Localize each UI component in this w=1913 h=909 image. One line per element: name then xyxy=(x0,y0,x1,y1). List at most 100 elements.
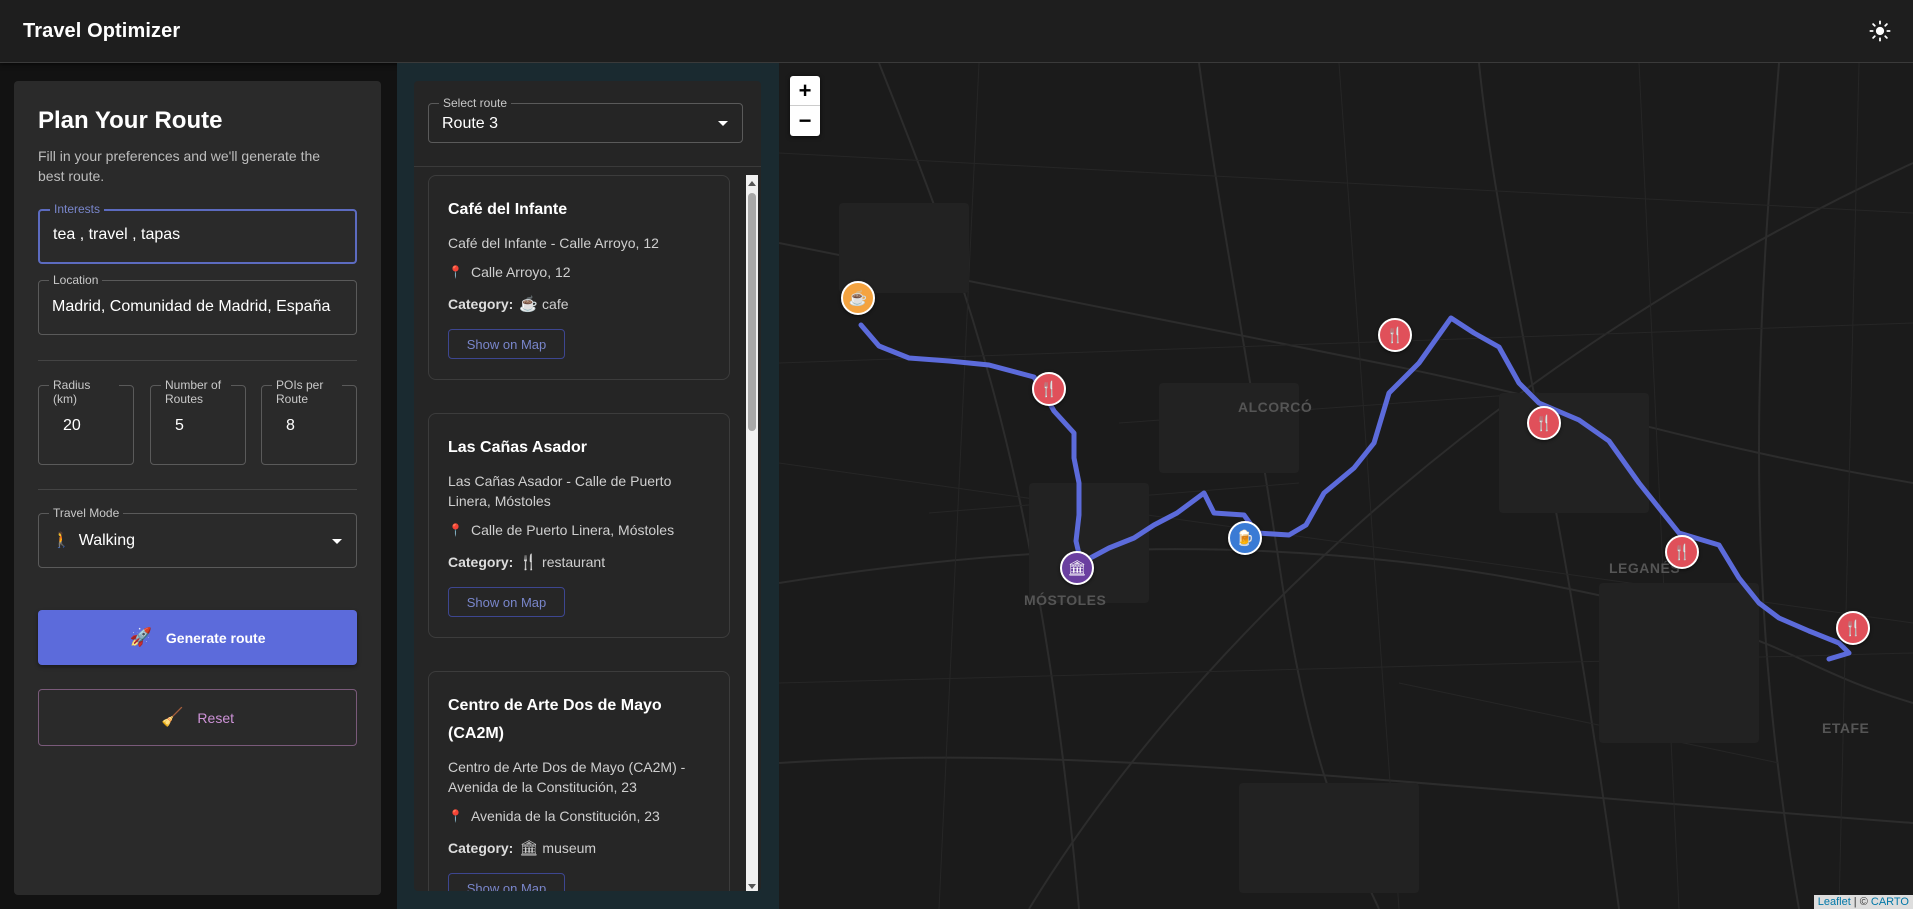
broom-icon: 🧹 xyxy=(161,707,184,727)
route-select-value: Route 3 xyxy=(442,115,499,132)
travel-mode-label: Travel Mode xyxy=(49,506,124,520)
radius-value[interactable]: 20 xyxy=(63,417,81,435)
pois-per-route-field[interactable]: POIs per Route 8 xyxy=(261,378,357,465)
pin-icon: 📍 xyxy=(448,523,463,537)
location-label: Location xyxy=(49,273,103,287)
interests-value[interactable]: tea , travel , tapas xyxy=(53,226,180,244)
category-value: cafe xyxy=(542,296,569,312)
poi-card: Las Cañas Asador Las Cañas Asador - Call… xyxy=(428,413,730,638)
pois-value[interactable]: 8 xyxy=(286,417,295,435)
poi-description: Café del Infante - Calle Arroyo, 12 xyxy=(448,235,659,251)
map-view[interactable]: ALCORCÓ MÓSTOLES LEGANÉS ETAFE ☕ 🍴 🏛 🍺 🍴… xyxy=(779,63,1913,909)
rocket-icon: 🚀 xyxy=(129,627,152,647)
travel-mode-text: Walking xyxy=(78,532,135,549)
form-subtitle: Fill in your preferences and we'll gener… xyxy=(38,148,321,184)
sun-icon xyxy=(1869,20,1891,42)
walking-icon: 🚶 xyxy=(52,532,71,549)
radius-field[interactable]: Radius (km) 20 xyxy=(38,378,134,465)
poi-card: Centro de Arte Dos de Mayo (CA2M) Centro… xyxy=(428,671,730,891)
route-details-panel: Select route Route 3 Café del Infante Ca… xyxy=(397,63,779,909)
scrollbar-thumb[interactable] xyxy=(748,193,756,431)
poi-category: Category: 🏛 museum xyxy=(448,839,710,857)
zoom-in-button[interactable]: + xyxy=(790,76,820,106)
divider xyxy=(38,360,357,361)
zoom-out-button[interactable]: − xyxy=(790,106,820,136)
restaurant-marker[interactable]: 🍴 xyxy=(1032,372,1066,406)
carto-link[interactable]: CARTO xyxy=(1871,896,1909,908)
routes-label: Number of Routes xyxy=(161,378,231,406)
show-on-map-button[interactable]: Show on Map xyxy=(448,587,565,617)
poi-card-list: Café del Infante Café del Infante - Call… xyxy=(428,175,744,891)
category-label: Category: xyxy=(448,296,514,312)
pois-label: POIs per Route xyxy=(272,378,342,406)
routes-value[interactable]: 5 xyxy=(175,417,184,435)
route-select[interactable]: Select route Route 3 xyxy=(428,96,743,143)
city-label: ETAFE xyxy=(1822,720,1870,736)
poi-address-text: Avenida de la Constitución, 23 xyxy=(470,808,660,824)
app-title: Travel Optimizer xyxy=(23,19,181,42)
cafe-marker[interactable]: ☕ xyxy=(841,281,875,315)
location-field[interactable]: Location Madrid, Comunidad de Madrid, Es… xyxy=(38,273,357,335)
divider xyxy=(38,489,357,490)
number-of-routes-field[interactable]: Number of Routes 5 xyxy=(150,378,246,465)
category-label: Category: xyxy=(448,840,514,856)
scroll-down-arrow-icon[interactable] xyxy=(748,884,756,889)
form-title: Plan Your Route xyxy=(38,107,223,134)
museum-marker[interactable]: 🏛 xyxy=(1060,551,1094,585)
pin-icon: 📍 xyxy=(448,265,463,279)
generate-route-label: Generate route xyxy=(165,629,266,646)
poi-description: Centro de Arte Dos de Mayo (CA2M) - Aven… xyxy=(448,759,686,795)
show-on-map-button[interactable]: Show on Map xyxy=(448,873,565,891)
show-on-map-button[interactable]: Show on Map xyxy=(448,329,565,359)
category-value: museum xyxy=(542,840,597,856)
location-value[interactable]: Madrid, Comunidad de Madrid, España xyxy=(52,298,330,316)
zoom-control: + − xyxy=(790,76,820,136)
cafe-icon: ☕ xyxy=(519,296,539,313)
poi-category: Category: ☕ cafe xyxy=(448,295,710,313)
route-form-panel: Plan Your Route Fill in your preferences… xyxy=(14,81,381,895)
travel-mode-select[interactable]: Travel Mode 🚶 Walking xyxy=(38,506,357,568)
poi-description: Las Cañas Asador - Calle de Puerto Liner… xyxy=(448,473,672,509)
poi-title: Café del Infante xyxy=(448,201,568,218)
poi-address: 📍 Calle de Puerto Linera, Móstoles xyxy=(448,522,710,538)
restaurant-marker[interactable]: 🍴 xyxy=(1378,318,1412,352)
map-tiles xyxy=(779,63,1913,909)
poi-card: Café del Infante Café del Infante - Call… xyxy=(428,175,730,380)
city-label: ALCORCÓ xyxy=(1238,399,1313,415)
restaurant-icon: 🍴 xyxy=(519,554,539,571)
poi-title: Centro de Arte Dos de Mayo (CA2M) xyxy=(448,697,662,742)
poi-address: 📍 Calle Arroyo, 12 xyxy=(448,264,710,280)
divider xyxy=(414,166,761,167)
poi-address-text: Calle Arroyo, 12 xyxy=(470,264,571,280)
poi-address-text: Calle de Puerto Linera, Móstoles xyxy=(470,522,675,538)
attribution-separator: | © xyxy=(1850,896,1871,908)
route-select-label: Select route xyxy=(439,96,512,110)
poi-category: Category: 🍴 restaurant xyxy=(448,553,710,571)
interests-field[interactable]: Interests tea , travel , tapas xyxy=(38,202,357,264)
scroll-up-arrow-icon[interactable] xyxy=(748,181,756,186)
chevron-down-icon xyxy=(332,539,342,544)
restaurant-marker[interactable]: 🍴 xyxy=(1665,535,1699,569)
generate-route-button[interactable]: 🚀 Generate route xyxy=(38,610,357,665)
restaurant-marker[interactable]: 🍴 xyxy=(1836,611,1870,645)
category-label: Category: xyxy=(448,554,514,570)
theme-toggle-button[interactable] xyxy=(1862,13,1898,49)
travel-mode-value: 🚶 Walking xyxy=(52,531,135,550)
poi-address: 📍 Avenida de la Constitución, 23 xyxy=(448,808,710,824)
radius-label: Radius (km) xyxy=(49,378,119,406)
scrollbar[interactable] xyxy=(746,175,758,891)
bar-marker[interactable]: 🍺 xyxy=(1228,521,1262,555)
pin-icon: 📍 xyxy=(448,809,463,823)
reset-label: Reset xyxy=(197,709,234,726)
restaurant-marker[interactable]: 🍴 xyxy=(1527,406,1561,440)
route-details-card: Select route Route 3 Café del Infante Ca… xyxy=(414,81,761,891)
chevron-down-icon xyxy=(718,121,728,126)
map-attribution: Leaflet | © CARTO xyxy=(1813,895,1913,909)
museum-icon: 🏛 xyxy=(519,840,539,857)
app-header: Travel Optimizer xyxy=(0,0,1913,63)
leaflet-link[interactable]: Leaflet xyxy=(1818,896,1851,908)
category-value: restaurant xyxy=(542,554,606,570)
reset-button[interactable]: 🧹 Reset xyxy=(38,689,357,746)
poi-title: Las Cañas Asador xyxy=(448,439,588,456)
city-label: MÓSTOLES xyxy=(1024,592,1107,608)
